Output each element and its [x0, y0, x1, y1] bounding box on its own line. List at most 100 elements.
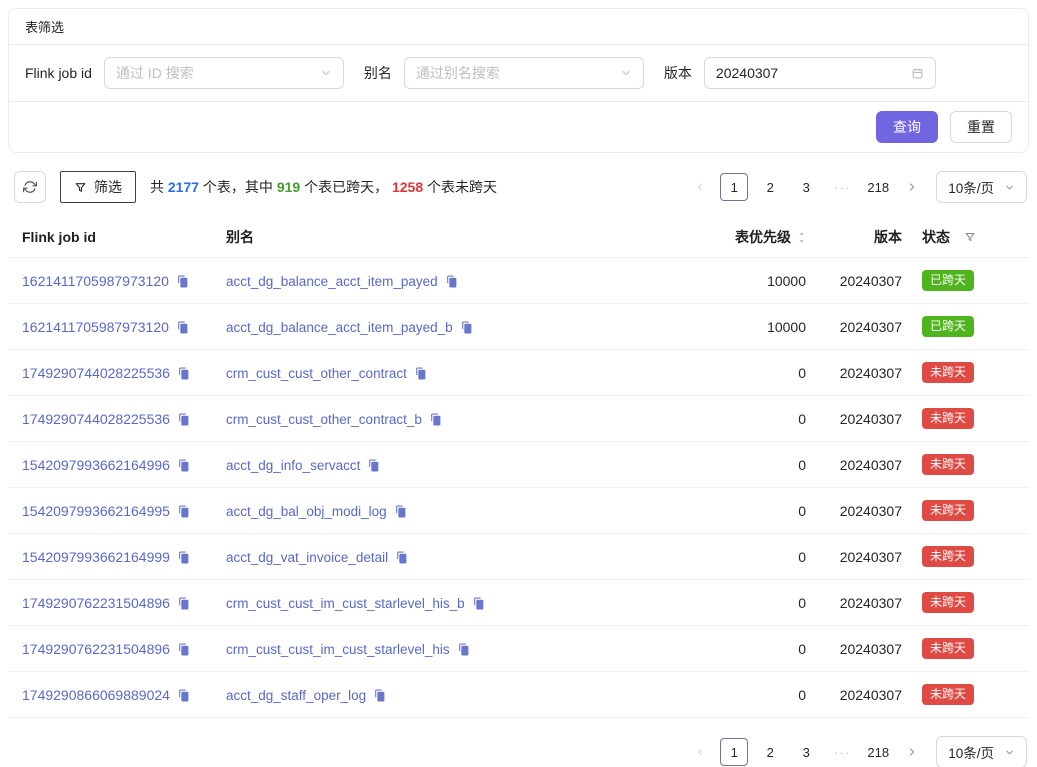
version-cell: 20240307 — [818, 672, 914, 718]
toolbar-left: 筛选 共 2177 个表，其中 919 个表已跨天， 1258 个表未跨天 — [14, 171, 497, 203]
job-id-link[interactable]: 1749290762231504896 — [22, 595, 170, 611]
copy-icon[interactable] — [457, 643, 470, 656]
table-header-row: Flink job id 别名 表优先级 版本 状态 — [8, 217, 1029, 258]
copy-icon[interactable] — [177, 413, 190, 426]
tables-data-table: Flink job id 别名 表优先级 版本 状态 1621411705987… — [8, 217, 1029, 718]
status-badge: 未跨天 — [922, 454, 974, 475]
alias-link[interactable]: acct_dg_balance_acct_item_payed_b — [226, 320, 453, 335]
page-button-1[interactable]: 1 — [720, 738, 748, 766]
header-priority[interactable]: 表优先级 — [650, 217, 818, 258]
reset-button[interactable]: 重置 — [950, 111, 1012, 143]
flink-job-id-select[interactable]: 通过 ID 搜索 — [104, 57, 344, 89]
table-summary: 共 2177 个表，其中 919 个表已跨天， 1258 个表未跨天 — [150, 177, 497, 197]
priority-cell: 10000 — [650, 304, 818, 350]
table-row: 1749290744028225536 crm_cust_cust_other_… — [8, 396, 1029, 442]
sort-icon[interactable] — [797, 230, 806, 245]
copy-icon[interactable] — [445, 275, 458, 288]
copy-icon[interactable] — [414, 367, 427, 380]
pagination-top: 1 2 3 ··· 218 10条/页 — [688, 171, 1027, 203]
filter-toggle-button[interactable]: 筛选 — [60, 171, 136, 203]
copy-icon[interactable] — [177, 551, 190, 564]
search-button[interactable]: 查询 — [876, 111, 938, 143]
copy-icon[interactable] — [429, 413, 442, 426]
next-page-icon[interactable] — [900, 738, 924, 766]
page-button-2[interactable]: 2 — [756, 173, 784, 201]
filter-icon — [74, 181, 87, 194]
page-size-value: 10条/页 — [948, 177, 994, 197]
copy-icon[interactable] — [177, 689, 190, 702]
page-button-3[interactable]: 3 — [792, 173, 820, 201]
page-button-2[interactable]: 2 — [756, 738, 784, 766]
field-flink-job-id: Flink job id 通过 ID 搜索 — [25, 57, 344, 89]
priority-cell: 0 — [650, 534, 818, 580]
summary-crossed-count: 919 — [277, 179, 300, 195]
copy-icon[interactable] — [460, 321, 473, 334]
job-id-link[interactable]: 1621411705987973120 — [22, 319, 169, 335]
copy-icon[interactable] — [177, 505, 190, 518]
status-badge: 未跨天 — [922, 546, 974, 567]
header-flink-job-id: Flink job id — [8, 217, 218, 258]
prev-page-icon[interactable] — [688, 738, 712, 766]
copy-icon[interactable] — [177, 459, 190, 472]
alias-link[interactable]: acct_dg_balance_acct_item_payed — [226, 274, 438, 289]
alias-link[interactable]: crm_cust_cust_im_cust_starlevel_his_b — [226, 596, 465, 611]
status-badge: 未跨天 — [922, 592, 974, 613]
copy-icon[interactable] — [394, 505, 407, 518]
copy-icon[interactable] — [395, 551, 408, 564]
version-cell: 20240307 — [818, 580, 914, 626]
copy-icon[interactable] — [472, 597, 485, 610]
alias-link[interactable]: acct_dg_info_servacct — [226, 458, 360, 473]
filter-actions-row: 查询 重置 — [9, 102, 1028, 152]
job-id-link[interactable]: 1749290744028225536 — [22, 365, 170, 381]
page-size-select[interactable]: 10条/页 — [936, 171, 1027, 203]
version-cell: 20240307 — [818, 488, 914, 534]
copy-icon[interactable] — [177, 597, 190, 610]
page-button-1[interactable]: 1 — [720, 173, 748, 201]
copy-icon[interactable] — [176, 321, 189, 334]
alias-link[interactable]: acct_dg_staff_oper_log — [226, 688, 366, 703]
job-id-link[interactable]: 1542097993662164996 — [22, 457, 170, 473]
flink-job-id-label: Flink job id — [25, 65, 92, 81]
prev-page-icon[interactable] — [688, 173, 712, 201]
copy-icon[interactable] — [367, 459, 380, 472]
version-date-picker[interactable] — [704, 57, 936, 89]
alias-link[interactable]: crm_cust_cust_other_contract_b — [226, 412, 422, 427]
header-alias: 别名 — [218, 217, 650, 258]
job-id-link[interactable]: 1542097993662164995 — [22, 503, 170, 519]
flink-job-id-placeholder: 通过 ID 搜索 — [116, 63, 194, 83]
status-filter-icon[interactable] — [964, 231, 976, 243]
table-row: 1749290762231504896 crm_cust_cust_im_cus… — [8, 580, 1029, 626]
job-id-link[interactable]: 1749290744028225536 — [22, 411, 170, 427]
copy-icon[interactable] — [373, 689, 386, 702]
version-input[interactable] — [716, 65, 892, 81]
filter-toggle-label: 筛选 — [94, 177, 122, 197]
alias-link[interactable]: crm_cust_cust_im_cust_starlevel_his — [226, 642, 450, 657]
priority-cell: 0 — [650, 488, 818, 534]
alias-select[interactable]: 通过别名搜索 — [404, 57, 644, 89]
page-button-last[interactable]: 218 — [864, 738, 892, 766]
copy-icon[interactable] — [177, 643, 190, 656]
alias-link[interactable]: crm_cust_cust_other_contract — [226, 366, 407, 381]
alias-link[interactable]: acct_dg_vat_invoice_detail — [226, 550, 388, 565]
filter-fields-row: Flink job id 通过 ID 搜索 别名 通过别名搜索 版本 — [9, 45, 1028, 102]
job-id-link[interactable]: 1749290866069889024 — [22, 687, 170, 703]
alias-link[interactable]: acct_dg_bal_obj_modi_log — [226, 504, 387, 519]
pagination-bottom-wrap: 1 2 3 ··· 218 10条/页 — [0, 736, 1027, 767]
copy-icon[interactable] — [177, 367, 190, 380]
next-page-icon[interactable] — [900, 173, 924, 201]
page-ellipsis[interactable]: ··· — [828, 173, 856, 201]
refresh-button[interactable] — [14, 171, 46, 203]
calendar-icon — [911, 67, 924, 80]
job-id-link[interactable]: 1542097993662164999 — [22, 549, 170, 565]
page-button-last[interactable]: 218 — [864, 173, 892, 201]
copy-icon[interactable] — [176, 275, 189, 288]
page-ellipsis[interactable]: ··· — [828, 738, 856, 766]
page-size-select[interactable]: 10条/页 — [936, 736, 1027, 767]
job-id-link[interactable]: 1621411705987973120 — [22, 273, 169, 289]
page-button-3[interactable]: 3 — [792, 738, 820, 766]
table-row: 1542097993662164995 acct_dg_bal_obj_modi… — [8, 488, 1029, 534]
priority-cell: 0 — [650, 350, 818, 396]
chevron-down-icon — [1004, 747, 1015, 758]
job-id-link[interactable]: 1749290762231504896 — [22, 641, 170, 657]
pagination-bottom: 1 2 3 ··· 218 10条/页 — [688, 736, 1027, 767]
